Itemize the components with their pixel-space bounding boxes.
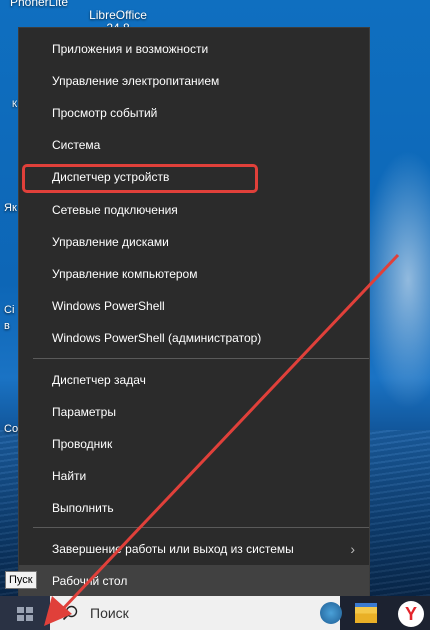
menu-item-label: Диспетчер задач [52, 373, 146, 387]
menu-item-apps-features[interactable]: Приложения и возможности [19, 33, 369, 65]
menu-item-network-connections[interactable]: Сетевые подключения [19, 194, 369, 226]
menu-item-label: Windows PowerShell [52, 299, 165, 313]
annotation-highlight-box [22, 164, 258, 193]
menu-item-file-explorer[interactable]: Проводник [19, 428, 369, 460]
file-explorer-icon[interactable] [355, 603, 377, 623]
menu-item-task-manager[interactable]: Диспетчер задач [19, 364, 369, 396]
start-tooltip: Пуск [5, 571, 37, 589]
menu-item-label: Windows PowerShell (администратор) [52, 331, 262, 345]
menu-separator [33, 358, 369, 359]
desktop-icon-fragment[interactable]: Як [4, 202, 17, 214]
menu-item-search[interactable]: Найти [19, 460, 369, 492]
menu-item-system[interactable]: Система [19, 129, 369, 161]
menu-item-label: Приложения и возможности [52, 42, 209, 56]
menu-item-label: Выполнить [52, 501, 114, 515]
cortana-icon[interactable] [320, 602, 342, 624]
start-button[interactable] [0, 596, 50, 630]
desktop-icon-fragment[interactable]: Сі [4, 304, 14, 316]
taskbar: Поиск Y [0, 596, 430, 630]
taskbar-search-box[interactable]: Поиск [50, 596, 342, 630]
menu-item-label: Сетевые подключения [52, 203, 178, 217]
search-placeholder: Поиск [90, 605, 129, 621]
menu-item-power-options[interactable]: Управление электропитанием [19, 65, 369, 97]
menu-item-label: Управление дисками [52, 235, 169, 249]
desktop-icon-fragment[interactable]: К [12, 99, 17, 109]
search-icon [62, 605, 78, 621]
winx-context-menu: Приложения и возможности Управление элек… [18, 27, 370, 597]
menu-item-label: Просмотр событий [52, 106, 158, 120]
menu-item-label: Найти [52, 469, 87, 483]
menu-item-label: Параметры [52, 405, 116, 419]
menu-item-label: Завершение работы или выход из системы [52, 542, 294, 556]
menu-item-label: Управление компьютером [52, 267, 198, 281]
menu-item-settings[interactable]: Параметры [19, 396, 369, 428]
desktop-icon-fragment[interactable]: Со [4, 423, 18, 435]
menu-item-event-viewer[interactable]: Просмотр событий [19, 97, 369, 129]
menu-item-computer-management[interactable]: Управление компьютером [19, 258, 369, 290]
menu-item-run[interactable]: Выполнить [19, 492, 369, 524]
desktop-icon-label: PhonerLite [9, 0, 69, 9]
windows-logo-icon [17, 607, 33, 621]
menu-item-label: Рабочий стол [52, 574, 128, 588]
menu-item-shutdown-signout[interactable]: Завершение работы или выход из системы › [19, 533, 369, 565]
menu-separator [33, 527, 369, 528]
chevron-right-icon: › [350, 541, 355, 557]
menu-item-powershell[interactable]: Windows PowerShell [19, 290, 369, 322]
menu-item-label: Управление электропитанием [52, 74, 220, 88]
menu-item-disk-management[interactable]: Управление дисками [19, 226, 369, 258]
menu-item-powershell-admin[interactable]: Windows PowerShell (администратор) [19, 322, 369, 354]
yandex-browser-icon[interactable]: Y [398, 601, 424, 627]
desktop-icon-fragment[interactable]: в [4, 320, 10, 332]
desktop-icon-phonerlite[interactable]: PhonerLite [4, 0, 74, 9]
desktop-wallpaper-cloud [360, 150, 430, 410]
menu-item-label: Проводник [52, 437, 113, 451]
menu-item-desktop[interactable]: Рабочий стол [19, 565, 369, 597]
menu-item-label: Система [52, 138, 101, 152]
